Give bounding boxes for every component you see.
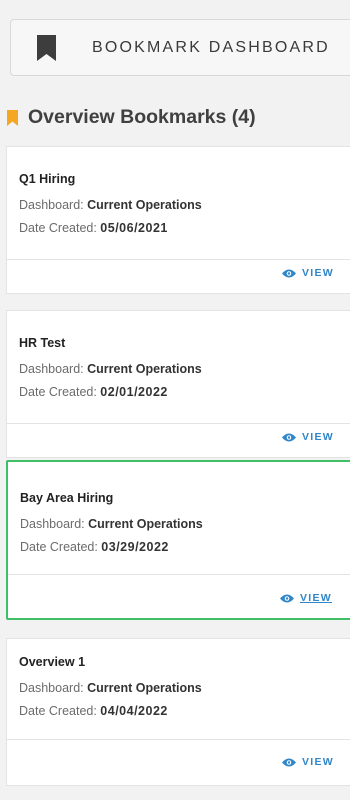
date-value: 05/06/2021	[100, 221, 168, 235]
bookmark-dashboard-button[interactable]: BOOKMARK DASHBOARD	[10, 19, 350, 76]
view-link[interactable]: VIEW	[279, 592, 332, 604]
date-value: 04/04/2022	[100, 704, 168, 718]
bookmark-name: HR Test	[19, 336, 66, 350]
bookmark-dashboard: Dashboard: Current Operations	[19, 362, 202, 376]
view-link[interactable]: VIEW	[281, 756, 334, 768]
bookmark-date: Date Created: 05/06/2021	[19, 221, 168, 235]
bookmark-card: Q1 Hiring Dashboard: Current Operations …	[6, 146, 350, 294]
dashboard-value: Current Operations	[87, 362, 202, 376]
date-label: Date Created:	[19, 385, 101, 399]
section-title: Overview Bookmarks (4)	[28, 106, 256, 128]
date-label: Date Created:	[19, 704, 101, 718]
view-link-label: VIEW	[301, 431, 334, 443]
dashboard-label: Dashboard:	[20, 517, 89, 531]
dashboard-label: Dashboard:	[19, 681, 88, 695]
bookmark-name: Bay Area Hiring	[20, 491, 114, 505]
bookmark-date: Date Created: 03/29/2022	[20, 540, 169, 554]
section-heading: Overview Bookmarks (4)	[7, 106, 256, 129]
dashboard-value: Current Operations	[87, 198, 202, 212]
dashboard-label: Dashboard:	[19, 362, 88, 376]
date-value: 02/01/2022	[100, 385, 168, 399]
bookmark-date: Date Created: 04/04/2022	[19, 704, 168, 718]
view-link[interactable]: VIEW	[281, 267, 334, 279]
bookmark-dashboard-label: BOOKMARK DASHBOARD	[92, 38, 330, 56]
date-value: 03/29/2022	[101, 540, 169, 554]
bookmark-name: Overview 1	[19, 655, 86, 669]
bookmark-icon	[37, 34, 56, 61]
bookmark-name: Q1 Hiring	[19, 172, 76, 186]
view-link-label: VIEW	[301, 756, 334, 768]
bookmark-dashboard: Dashboard: Current Operations	[19, 681, 202, 695]
card-divider	[7, 739, 350, 740]
date-label: Date Created:	[19, 221, 101, 235]
dashboard-value: Current Operations	[88, 517, 203, 531]
bookmark-card: Overview 1 Dashboard: Current Operations…	[6, 638, 350, 786]
date-label: Date Created:	[20, 540, 102, 554]
eye-icon	[279, 594, 294, 603]
dashboard-label: Dashboard:	[19, 198, 88, 212]
dashboard-value: Current Operations	[87, 681, 202, 695]
bookmark-flag-icon	[7, 109, 18, 126]
view-link[interactable]: VIEW	[281, 431, 334, 443]
card-divider	[8, 574, 350, 575]
bookmark-dashboard: Dashboard: Current Operations	[20, 517, 203, 531]
bookmark-date: Date Created: 02/01/2022	[19, 385, 168, 399]
card-divider	[7, 259, 350, 260]
view-link-label: VIEW	[301, 267, 334, 279]
bookmark-card-selected: Bay Area Hiring Dashboard: Current Opera…	[6, 460, 350, 620]
view-link-label: VIEW	[299, 592, 332, 604]
eye-icon	[281, 269, 296, 278]
bookmark-dashboard: Dashboard: Current Operations	[19, 198, 202, 212]
eye-icon	[281, 433, 296, 442]
card-divider	[7, 423, 350, 424]
bookmark-card: HR Test Dashboard: Current Operations Da…	[6, 310, 350, 458]
eye-icon	[281, 758, 296, 767]
bookmark-panel: BOOKMARK DASHBOARD Overview Bookmarks (4…	[0, 0, 350, 800]
